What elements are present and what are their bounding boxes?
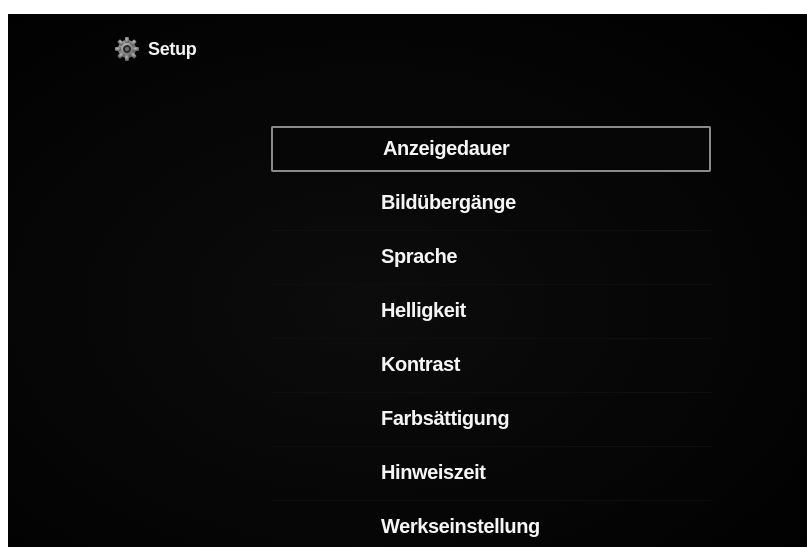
menu-item-helligkeit[interactable]: Helligkeit <box>271 284 711 338</box>
setup-screen: Setup Anzeigedauer Bildübergänge Sprache… <box>8 14 807 547</box>
menu-item-label: Hinweiszeit <box>381 462 486 484</box>
menu-item-label: Farbsättigung <box>381 408 510 430</box>
menu-item-kontrast[interactable]: Kontrast <box>271 338 711 392</box>
setup-menu: Anzeigedauer Bildübergänge Sprache Helli… <box>271 126 711 547</box>
menu-item-label: Werkseinstellung <box>381 516 540 538</box>
gear-icon <box>115 37 139 61</box>
menu-item-sprache[interactable]: Sprache <box>271 230 711 284</box>
page-title: Setup <box>148 38 197 59</box>
menu-item-bilduebergaenge[interactable]: Bildübergänge <box>271 176 711 230</box>
menu-item-label: Anzeigedauer <box>383 137 510 160</box>
menu-item-anzeigedauer[interactable]: Anzeigedauer <box>271 126 711 172</box>
menu-item-label: Sprache <box>381 246 458 268</box>
menu-item-label: Helligkeit <box>381 300 466 322</box>
menu-item-werkseinstellung[interactable]: Werkseinstellung <box>271 500 711 547</box>
header: Setup <box>114 34 197 64</box>
menu-item-hinweiszeit[interactable]: Hinweiszeit <box>271 446 711 500</box>
menu-item-farbsaettigung[interactable]: Farbsättigung <box>271 392 711 446</box>
menu-item-label: Kontrast <box>381 354 461 376</box>
menu-item-label: Bildübergänge <box>381 191 516 214</box>
